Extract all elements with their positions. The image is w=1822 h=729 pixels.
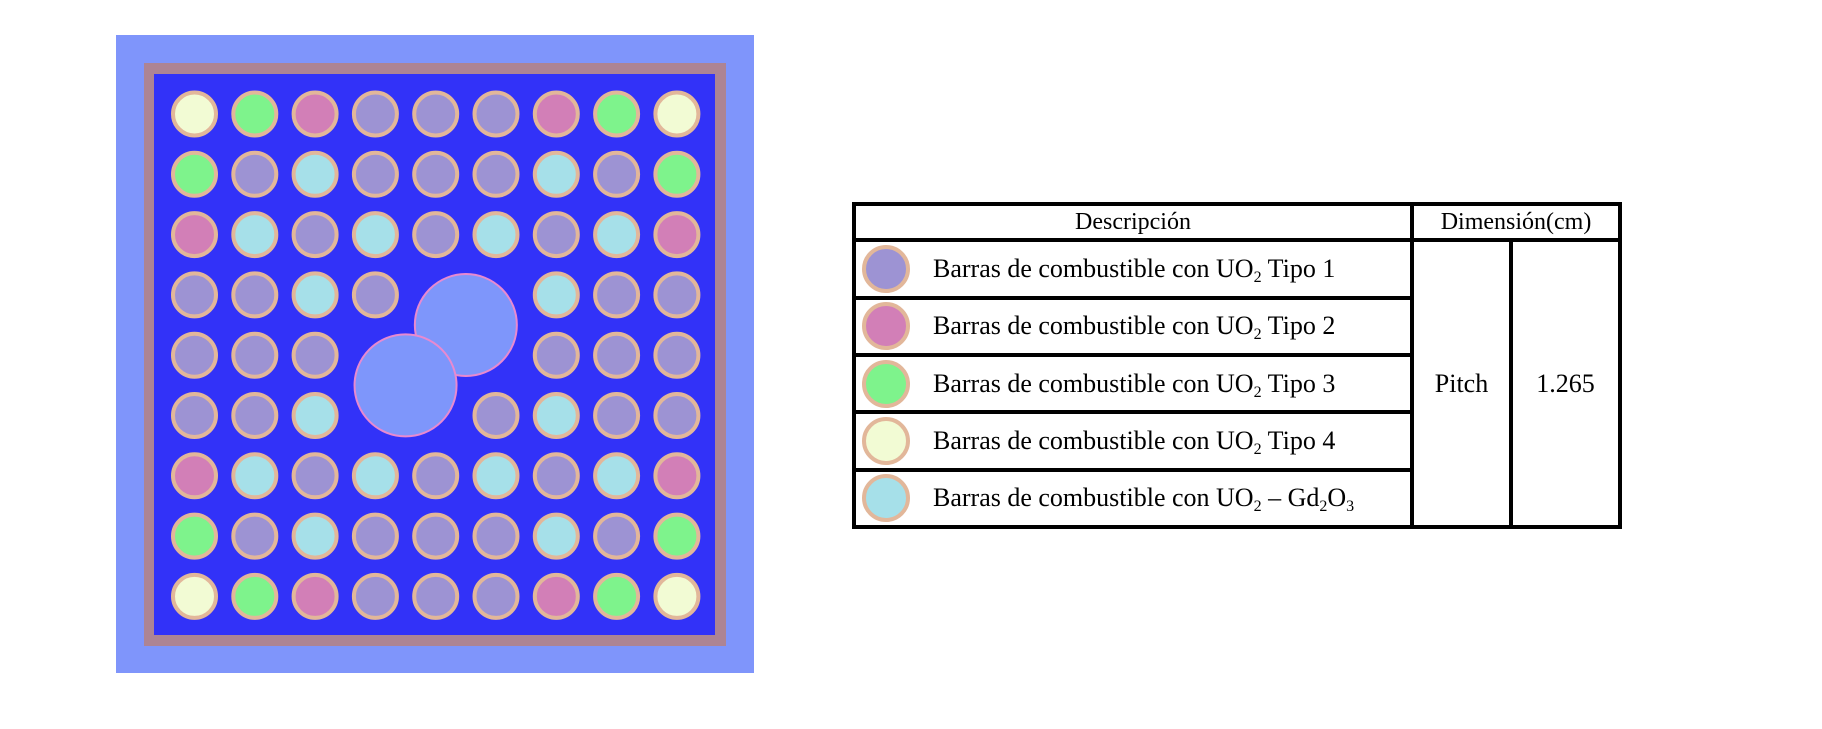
legend-row-type1: Barras de combustible con UO2 Tipo 1 xyxy=(852,238,1414,300)
fuel-pin-type2 xyxy=(532,90,580,138)
fuel-pin-gd xyxy=(532,392,580,439)
fuel-pin-type1 xyxy=(351,150,399,198)
legend-label: Barras de combustible con UO2 Tipo 4 xyxy=(933,425,1336,458)
fuel-pin-type1 xyxy=(171,331,218,379)
fuel-pin-type1 xyxy=(351,271,399,319)
fuel-pin-type4 xyxy=(171,90,218,138)
fuel-pin-gd xyxy=(351,452,399,500)
fuel-pin-type1 xyxy=(291,331,339,379)
fuel-pin-gd xyxy=(593,452,641,500)
legend-row-type2: Barras de combustible con UO2 Tipo 2 xyxy=(852,295,1414,358)
legend-row-type3: Barras de combustible con UO2 Tipo 3 xyxy=(852,353,1414,415)
fuel-pin-type2 xyxy=(291,572,339,620)
fuel-pin-type3 xyxy=(593,572,641,620)
fuel-pin-type1 xyxy=(412,211,460,259)
fuel-pin-type1 xyxy=(412,572,460,620)
fuel-pin-type2-icon xyxy=(862,302,910,351)
fuel-pin-gd xyxy=(231,211,279,259)
fuel-pin-type1 xyxy=(472,150,520,198)
legend-label: Barras de combustible con UO2 – Gd2O3 xyxy=(933,483,1355,516)
fuel-pin-type2 xyxy=(653,211,701,259)
fuel-pin-type1 xyxy=(412,90,460,138)
fuel-pin-gd-icon xyxy=(862,474,910,523)
fuel-pin-type1 xyxy=(171,392,218,439)
legend-label: Barras de combustible con UO2 Tipo 1 xyxy=(933,254,1336,287)
fuel-pin-type2 xyxy=(653,452,701,500)
fuel-pin-type1 xyxy=(231,512,279,560)
fuel-pin-type1 xyxy=(291,452,339,500)
fuel-pin-type4-icon xyxy=(862,416,910,465)
fuel-pin-type1 xyxy=(472,512,520,560)
fuel-pin-type1 xyxy=(472,392,520,439)
fuel-pin-type1 xyxy=(412,452,460,500)
fuel-pin-type4 xyxy=(171,572,218,620)
lower-water-rod xyxy=(353,333,458,438)
legend-row-gd: Barras de combustible con UO2 – Gd2O3 xyxy=(852,467,1414,530)
header-description: Descripción xyxy=(852,201,1414,243)
fuel-pin-type2 xyxy=(291,90,339,138)
fuel-pin-gd xyxy=(472,452,520,500)
fuel-pin-type1 xyxy=(231,392,279,439)
fuel-pin-type3 xyxy=(593,90,641,138)
dimension-name: Pitch xyxy=(1410,238,1513,529)
fuel-pin-gd xyxy=(291,392,339,439)
fuel-pin-type3 xyxy=(231,572,279,620)
fuel-pin-type1 xyxy=(412,512,460,560)
fuel-pin-type1 xyxy=(351,512,399,560)
fuel-pin-type1 xyxy=(532,452,580,500)
fuel-pin-type4 xyxy=(653,90,701,138)
fuel-pin-type1 xyxy=(532,331,580,379)
fuel-pin-gd xyxy=(532,512,580,560)
header-dimension: Dimensión(cm) xyxy=(1409,201,1623,243)
fuel-pin-type4 xyxy=(653,572,701,620)
fuel-pin-type3 xyxy=(231,90,279,138)
table-row: Barras de combustible con UO2 Tipo 1 Pit… xyxy=(852,238,1623,529)
fuel-pin-type1 xyxy=(171,271,218,319)
legend-label: Barras de combustible con UO2 Tipo 2 xyxy=(933,311,1336,344)
fuel-pin-type1 xyxy=(351,90,399,138)
fuel-pin-type1 xyxy=(593,331,641,379)
legend-row-type4: Barras de combustible con UO2 Tipo 4 xyxy=(852,410,1414,472)
fuel-pin-gd xyxy=(231,452,279,500)
fuel-pin-gd xyxy=(532,271,580,319)
fuel-pin-type1 xyxy=(593,271,641,319)
fuel-pin-type1 xyxy=(472,90,520,138)
fuel-assembly-diagram xyxy=(116,35,754,673)
fuel-pin-type3 xyxy=(653,512,701,560)
fuel-pin-type1-icon xyxy=(862,245,910,294)
fuel-pin-type1 xyxy=(532,211,580,259)
fuel-pin-type2 xyxy=(171,211,218,259)
fuel-assembly-svg xyxy=(116,35,754,673)
fuel-pin-type1 xyxy=(412,150,460,198)
fuel-pin-type1 xyxy=(231,331,279,379)
fuel-pin-type1 xyxy=(472,572,520,620)
fuel-pin-gd xyxy=(532,150,580,198)
legend-table: Descripción Dimensión(cm) Barras de comb… xyxy=(852,201,1623,530)
fuel-pin-type3 xyxy=(171,512,218,560)
fuel-pin-gd xyxy=(291,512,339,560)
fuel-pin-type1 xyxy=(593,150,641,198)
fuel-pin-gd xyxy=(593,211,641,259)
fuel-pin-type1 xyxy=(291,211,339,259)
fuel-pin-type3 xyxy=(171,150,218,198)
fuel-pin-type1 xyxy=(653,392,701,439)
fuel-pin-type3-icon xyxy=(862,359,910,408)
fuel-pin-type2 xyxy=(532,572,580,620)
fuel-pin-gd xyxy=(472,211,520,259)
legend-label: Barras de combustible con UO2 Tipo 3 xyxy=(933,368,1336,401)
fuel-pin-type1 xyxy=(231,150,279,198)
fuel-pin-type1 xyxy=(653,271,701,319)
dimension-value: 1.265 xyxy=(1508,238,1623,529)
fuel-pin-gd xyxy=(351,211,399,259)
fuel-pin-type1 xyxy=(351,572,399,620)
fuel-pin-type3 xyxy=(653,150,701,198)
fuel-pin-type1 xyxy=(593,512,641,560)
fuel-pin-type1 xyxy=(653,331,701,379)
fuel-pin-gd xyxy=(291,271,339,319)
fuel-pin-type1 xyxy=(231,271,279,319)
fuel-pin-type1 xyxy=(593,392,641,439)
fuel-pin-type2 xyxy=(171,452,218,500)
fuel-pin-gd xyxy=(291,150,339,198)
table-header-row: Descripción Dimensión(cm) xyxy=(852,201,1623,243)
